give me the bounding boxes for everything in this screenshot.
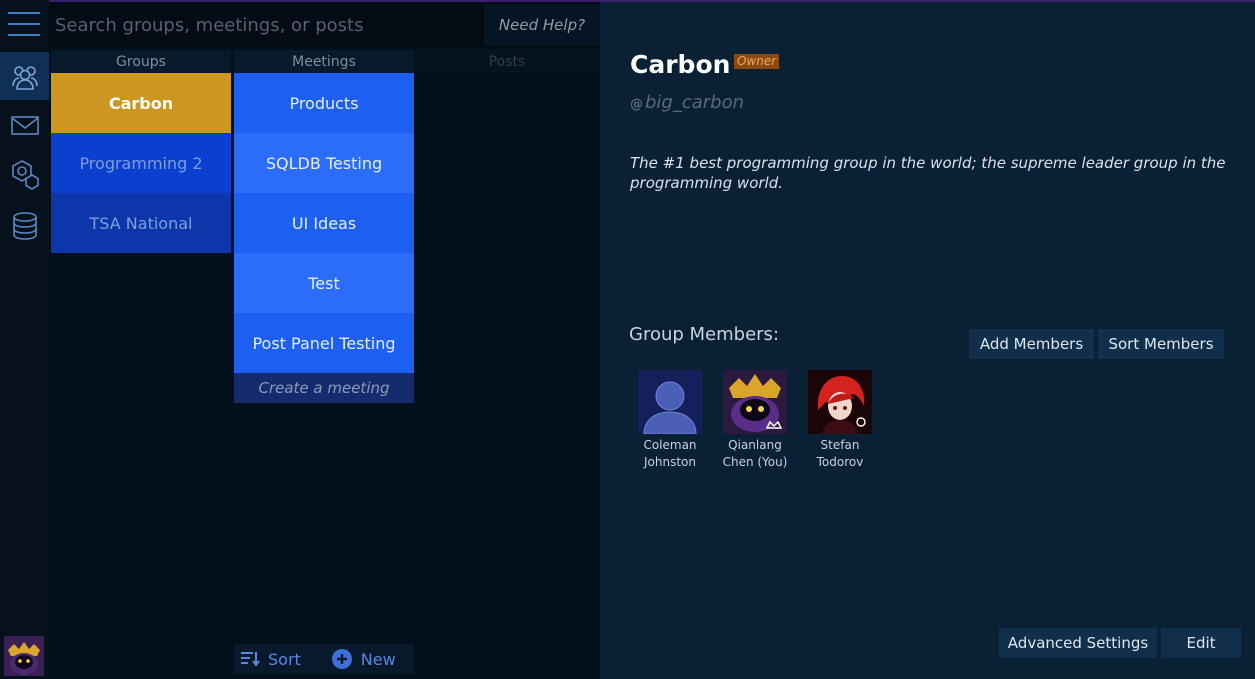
posts-column-header: Posts [414, 50, 600, 73]
meeting-item-post-panel-testing[interactable]: Post Panel Testing [234, 313, 414, 373]
member-name: Coleman Johnston [643, 438, 697, 469]
plus-circle-icon [331, 649, 352, 669]
meetings-column-header: Meetings [234, 50, 414, 73]
nav-groups-button[interactable] [0, 52, 49, 100]
sort-icon [241, 652, 260, 667]
handle-prefix: @ [630, 97, 643, 112]
role-badge: Owner [734, 54, 780, 69]
create-meeting-button[interactable]: Create a meeting [234, 373, 414, 403]
members-title: Group Members: [629, 324, 780, 345]
menu-icon[interactable] [8, 12, 40, 38]
new-meeting-button[interactable]: New [331, 644, 396, 674]
search-input[interactable] [55, 10, 475, 40]
advanced-settings-button[interactable]: Advanced Settings [999, 628, 1157, 658]
meetings-toolbar: Sort New [234, 644, 414, 674]
meeting-item-ui-ideas[interactable]: UI Ideas [234, 193, 414, 253]
sort-label: Sort [268, 649, 301, 669]
group-item-carbon[interactable]: Carbon [51, 73, 231, 133]
group-title: Carbon [630, 50, 731, 79]
member-card[interactable]: Coleman Johnston [635, 370, 705, 471]
sort-button[interactable]: Sort [240, 644, 301, 674]
mail-icon [10, 116, 39, 135]
member-name: Stefan Todorov [816, 438, 864, 469]
avatar [808, 370, 872, 434]
current-user-avatar[interactable] [4, 636, 44, 676]
meeting-item-test[interactable]: Test [234, 253, 414, 313]
groups-icon [11, 66, 38, 90]
nav-mail-button[interactable] [0, 101, 49, 149]
groups-column-header: Groups [51, 50, 231, 73]
group-item-programming-2[interactable]: Programming 2 [51, 133, 231, 193]
database-icon [12, 212, 37, 240]
group-item-tsa-national[interactable]: TSA National [51, 193, 231, 253]
need-help-button[interactable]: Need Help? [484, 4, 600, 46]
nav-database-button[interactable] [0, 202, 49, 250]
new-label: New [360, 649, 396, 669]
member-name: Qianlang Chen (You) [722, 438, 788, 469]
group-description: The #1 best programming group in the wor… [630, 154, 1226, 192]
nav-rail [0, 0, 49, 679]
browser-panel: Need Help? Groups Meetings Posts Carbon … [49, 2, 600, 679]
avatar [723, 370, 787, 434]
sort-members-button[interactable]: Sort Members [1098, 329, 1224, 359]
group-handle: @ big_carbon [630, 92, 744, 113]
meeting-item-products[interactable]: Products [234, 73, 414, 133]
group-detail-panel: Carbon Owner @ big_carbon The #1 best pro… [600, 2, 1255, 679]
app-window: Need Help? Groups Meetings Posts Carbon … [0, 0, 1255, 679]
add-members-button[interactable]: Add Members [969, 329, 1094, 359]
avatar [638, 370, 702, 434]
meeting-item-sqldb-testing[interactable]: SQLDB Testing [234, 133, 414, 193]
settings-icon [11, 160, 39, 190]
edit-button[interactable]: Edit [1161, 628, 1241, 658]
member-card[interactable]: Qianlang Chen (You) [720, 370, 790, 471]
member-card[interactable]: Stefan Todorov [805, 370, 875, 471]
search-bar: Need Help? [49, 2, 600, 48]
nav-settings-button[interactable] [0, 150, 49, 198]
handle-text: big_carbon [645, 92, 745, 113]
